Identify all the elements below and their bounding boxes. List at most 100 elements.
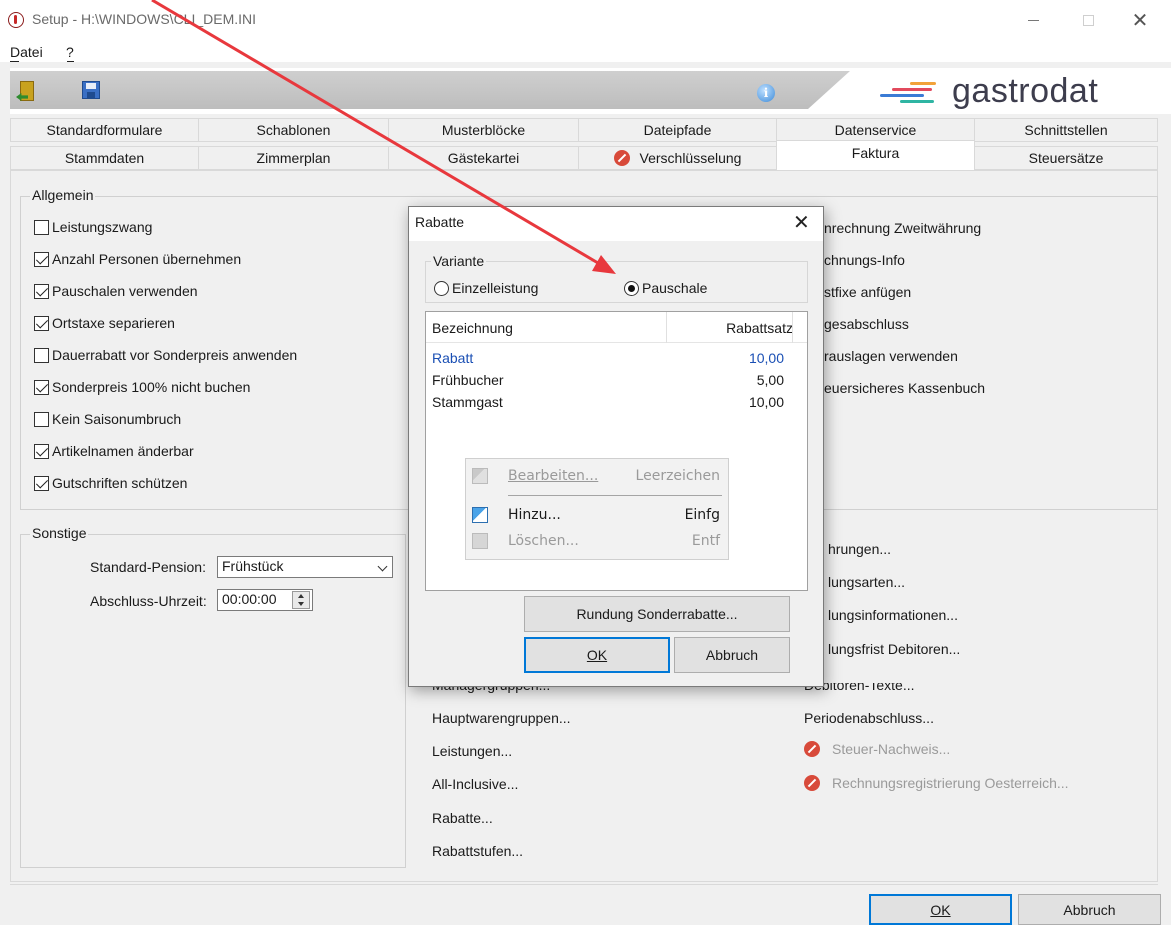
minimize-icon[interactable] [1010, 5, 1056, 35]
radio-einzelleistung[interactable]: Einzelleistung [434, 277, 538, 299]
maximize-icon[interactable] [1065, 5, 1111, 35]
row-rate: 5,00 [756, 372, 784, 388]
option-umrechnung-zweitwaehrung[interactable]: nrechnung Zweitwährung [824, 220, 981, 236]
window-title: Setup - H:\WINDOWS\CLI_DEM.INI [32, 11, 257, 27]
dialog-cancel-button[interactable]: Abbruch [674, 637, 790, 673]
tab-dateipfade[interactable]: Dateipfade [578, 118, 777, 142]
checkbox-dauerrabatt[interactable]: Dauerrabatt vor Sonderpreis anwenden [34, 344, 374, 366]
toolbar-strip [10, 71, 850, 109]
link-rabatte[interactable]: Rabatte... [432, 810, 493, 826]
tab-gaestekartei[interactable]: Gästekartei [388, 146, 579, 170]
option-rechnungs-info[interactable]: chnungs-Info [824, 252, 905, 268]
checkbox-label: Sonderpreis 100% nicht buchen [52, 379, 251, 395]
row-name: Rabatt [432, 350, 474, 366]
link-hauptwarengruppen[interactable]: Hauptwarengruppen... [432, 710, 571, 726]
option-barauslagen[interactable]: rauslagen verwenden [824, 348, 958, 364]
checkbox-box[interactable] [34, 219, 49, 235]
list-header: Bezeichnung Rabattsatz [426, 312, 807, 343]
checkbox-box[interactable] [34, 443, 49, 459]
tab-verschluesselung[interactable]: Verschlüsselung [578, 146, 777, 170]
variante-title: Variante [431, 253, 487, 269]
list-row[interactable]: Frühbucher 5,00 [426, 372, 807, 392]
checkbox-gutschriften[interactable]: Gutschriften schützen [34, 472, 374, 494]
cancel-button[interactable]: Abbruch [1018, 894, 1161, 925]
option-postfixe[interactable]: stfixe anfügen [824, 284, 911, 300]
pension-label: Standard-Pension: [90, 559, 206, 575]
checkbox-label: Anzahl Personen übernehmen [52, 251, 242, 267]
checkbox-pauschalen[interactable]: Pauschalen verwenden [34, 280, 374, 302]
save-icon[interactable] [82, 81, 100, 99]
option-tagesabschluss[interactable]: gesabschluss [824, 316, 909, 332]
spin-up-icon[interactable] [298, 594, 304, 598]
column-rabattsatz[interactable]: Rabattsatz [667, 320, 793, 336]
tab-standardformulare[interactable]: Standardformulare [10, 118, 199, 142]
checkbox-label: Dauerrabatt vor Sonderpreis anwenden [52, 347, 298, 363]
tab-steuersaetze[interactable]: Steuersätze [974, 146, 1158, 170]
link-periodenabschluss[interactable]: Periodenabschluss... [804, 710, 934, 726]
dialog-ok-button[interactable]: OK [524, 637, 670, 673]
checkbox-box[interactable] [34, 283, 49, 299]
checkbox-artikelnamen[interactable]: Artikelnamen änderbar [34, 440, 374, 462]
list-row[interactable]: Stammgast 10,00 [426, 394, 807, 414]
checkbox-box[interactable] [34, 347, 49, 363]
checkbox-ortstaxe[interactable]: Ortstaxe separieren [34, 312, 374, 334]
spin-down-icon[interactable] [298, 602, 304, 606]
link-zahlungsinformationen[interactable]: lungsinformationen... [828, 607, 958, 623]
link-all-inclusive[interactable]: All-Inclusive... [432, 776, 518, 792]
dialog-ok-label: OK [586, 647, 608, 663]
menu-item-hinzu[interactable]: Hinzu... Einfg [470, 503, 726, 529]
tab-verschluesselung-label: Verschlüsselung [639, 150, 742, 166]
checkbox-box[interactable] [34, 379, 49, 395]
link-rabattstufen[interactable]: Rabattstufen... [432, 843, 523, 859]
checkbox-saisonumbruch[interactable]: Kein Saisonumbruch [34, 408, 374, 430]
tab-datenservice[interactable]: Datenservice [776, 118, 975, 142]
footer-divider [10, 884, 1158, 885]
exit-icon[interactable] [16, 79, 38, 103]
radio-button[interactable] [624, 280, 639, 296]
no-entry-icon [804, 741, 820, 757]
link-zahlungsfrist[interactable]: lungsfrist Debitoren... [828, 641, 960, 657]
menu-datei[interactable]: Datei [10, 44, 43, 60]
radio-pauschale[interactable]: Pauschale [624, 277, 707, 299]
dialog-title-bar [409, 207, 823, 241]
checkbox-leistungszwang[interactable]: Leistungszwang [34, 216, 374, 238]
column-divider [792, 312, 793, 343]
tab-zimmerplan[interactable]: Zimmerplan [198, 146, 389, 170]
row-name: Frühbucher [432, 372, 504, 388]
add-icon [472, 507, 488, 523]
pension-select[interactable]: Frühstück [217, 556, 393, 578]
option-kassenbuch[interactable]: euersicheres Kassenbuch [824, 380, 985, 396]
no-entry-icon [613, 150, 630, 166]
link-leistungen[interactable]: Leistungen... [432, 743, 512, 759]
checkbox-box[interactable] [34, 475, 49, 491]
link-zahlungsarten[interactable]: lungsarten... [828, 574, 905, 590]
tab-stammdaten[interactable]: Stammdaten [10, 146, 199, 170]
radio-button[interactable] [434, 280, 449, 296]
ok-button-label: OK [930, 901, 951, 918]
dialog-close-icon[interactable]: ✕ [793, 210, 810, 235]
menu-bar [0, 40, 1171, 62]
tab-faktura[interactable]: Faktura [776, 140, 975, 170]
menu-item-bearbeiten: Bearbeiten... Leerzeichen [470, 464, 726, 490]
radio-label: Einzelleistung [452, 280, 539, 296]
info-icon[interactable]: i [757, 84, 775, 102]
ok-button[interactable]: OK [869, 894, 1012, 925]
link-mahnungen[interactable]: hrungen... [828, 541, 891, 557]
menu-help[interactable]: ? [66, 44, 74, 60]
checkbox-box[interactable] [34, 251, 49, 267]
column-bezeichnung[interactable]: Bezeichnung [432, 320, 513, 336]
checkbox-sonderpreis[interactable]: Sonderpreis 100% nicht buchen [34, 376, 374, 398]
close-icon[interactable]: ✕ [1117, 5, 1163, 35]
tab-musterbloecke[interactable]: Musterblöcke [388, 118, 579, 142]
row-rate: 10,00 [748, 394, 784, 410]
list-row[interactable]: Rabatt 10,00 [426, 350, 807, 370]
checkbox-box[interactable] [34, 315, 49, 331]
time-spinner[interactable] [292, 591, 310, 609]
menu-item-shortcut: Entf [691, 533, 720, 549]
checkbox-anzahl-personen[interactable]: Anzahl Personen übernehmen [34, 248, 374, 270]
rundung-sonderrabatte-button[interactable]: Rundung Sonderrabatte... [524, 596, 790, 632]
checkbox-label: Pauschalen verwenden [52, 283, 198, 299]
checkbox-box[interactable] [34, 411, 49, 427]
tab-schablonen[interactable]: Schablonen [198, 118, 389, 142]
tab-schnittstellen[interactable]: Schnittstellen [974, 118, 1158, 142]
